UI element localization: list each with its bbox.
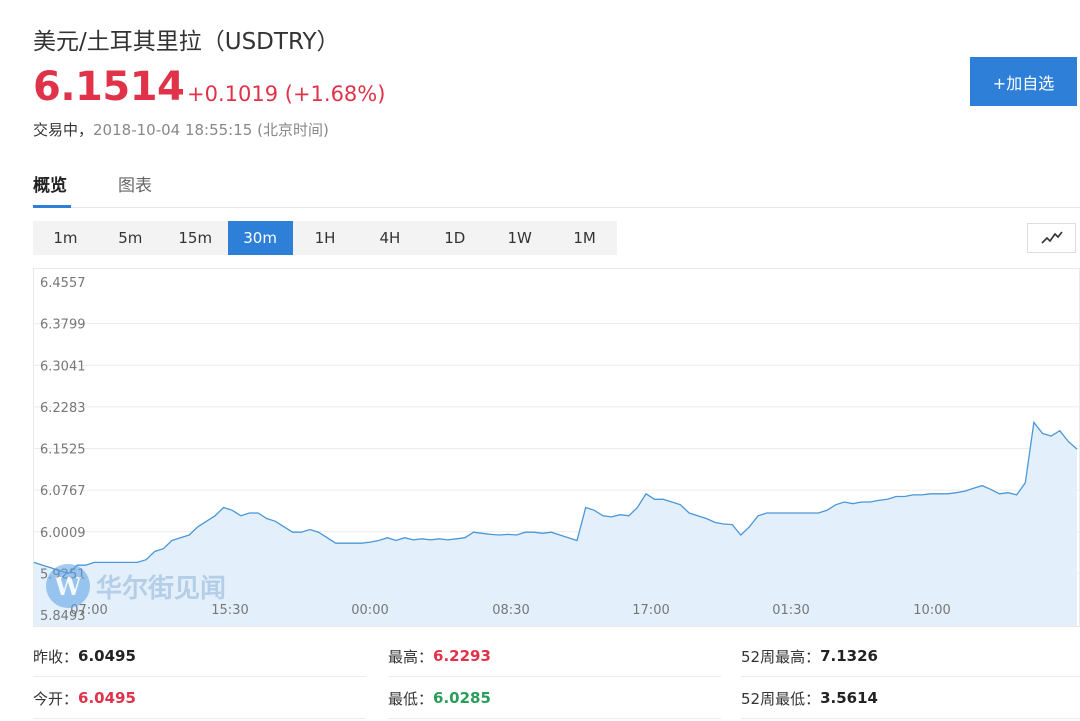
chart-type-button[interactable] [1027,223,1076,253]
interval-4h[interactable]: 4H [357,221,422,255]
interval-1m[interactable]: 1m [33,221,98,255]
stat-label: 最高： [388,647,434,666]
add-watchlist-button[interactable]: +加自选 [970,57,1077,106]
current-price: 6.1514 [33,64,185,110]
y-tick-label: 6.0009 [40,526,86,541]
stat-label: 昨收： [33,647,79,666]
stat-high: 最高： 6.2293 [388,636,491,676]
stat-label: 最低： [388,689,434,708]
stat-value: 6.0495 [78,689,136,707]
timestamp: 2018-10-04 18:55:15 (北京时间) [93,121,329,139]
y-tick-label: 6.0767 [40,484,86,499]
interval-15m[interactable]: 15m [163,221,228,255]
line-chart-icon [1040,231,1063,244]
interval-5m[interactable]: 5m [98,221,163,255]
stat-value: 6.0285 [433,689,491,707]
interval-1month[interactable]: 1M [552,221,617,255]
stat-label: 52周最高： [741,647,821,666]
stat-open: 今开： 6.0495 [33,678,136,718]
y-tick-label: 6.1525 [40,443,86,458]
stat-52w-high: 52周最高： 7.1326 [741,636,878,676]
stat-52w-low: 52周最低： 3.5614 [741,678,878,718]
divider [33,676,366,677]
interval-30m[interactable]: 30m [227,221,293,255]
y-tick-label: 6.3041 [40,359,86,374]
interval-1d[interactable]: 1D [422,221,487,255]
price-change: +0.1019 (+1.68%) [187,82,386,106]
interval-1h[interactable]: 1H [293,221,358,255]
stat-value: 6.2293 [433,647,491,665]
stat-label: 52周最低： [741,689,821,708]
stat-value: 7.1326 [820,647,878,665]
tab-overview[interactable]: 概览 [33,171,71,208]
stat-prev-close: 昨收： 6.0495 [33,636,136,676]
divider [741,718,1080,719]
tab-bar: 概览 图表 [33,168,1080,208]
x-tick-label: 00:00 [351,603,388,618]
trading-status: 交易中，2018-10-04 18:55:15 (北京时间) [33,119,329,140]
status-label: 交易中， [33,121,94,139]
stat-value: 6.0495 [78,647,136,665]
stat-label: 今开： [33,689,79,708]
y-tick-label: 6.2283 [40,401,86,416]
page-title: 美元/土耳其里拉（USDTRY） [33,29,340,55]
y-tick-label: 6.4557 [40,276,86,291]
divider [741,676,1080,677]
watermark: W 华尔街见闻 [46,564,226,608]
interval-selector: 1m 5m 15m 30m 1H 4H 1D 1W 1M [33,221,617,255]
watermark-text: 华尔街见闻 [96,573,227,604]
stat-low: 最低： 6.0285 [388,678,491,718]
interval-1w[interactable]: 1W [487,221,552,255]
y-tick-label: 6.3799 [40,318,86,333]
x-tick-label: 01:30 [772,603,809,618]
tab-chart[interactable]: 图表 [118,171,152,208]
watermark-logo: W [46,564,90,608]
stat-value: 3.5614 [820,689,878,707]
divider [388,676,721,677]
x-tick-label: 17:00 [632,603,669,618]
divider [388,718,721,719]
x-tick-label: 08:30 [492,603,529,618]
divider [33,718,366,719]
x-tick-label: 10:00 [913,603,950,618]
